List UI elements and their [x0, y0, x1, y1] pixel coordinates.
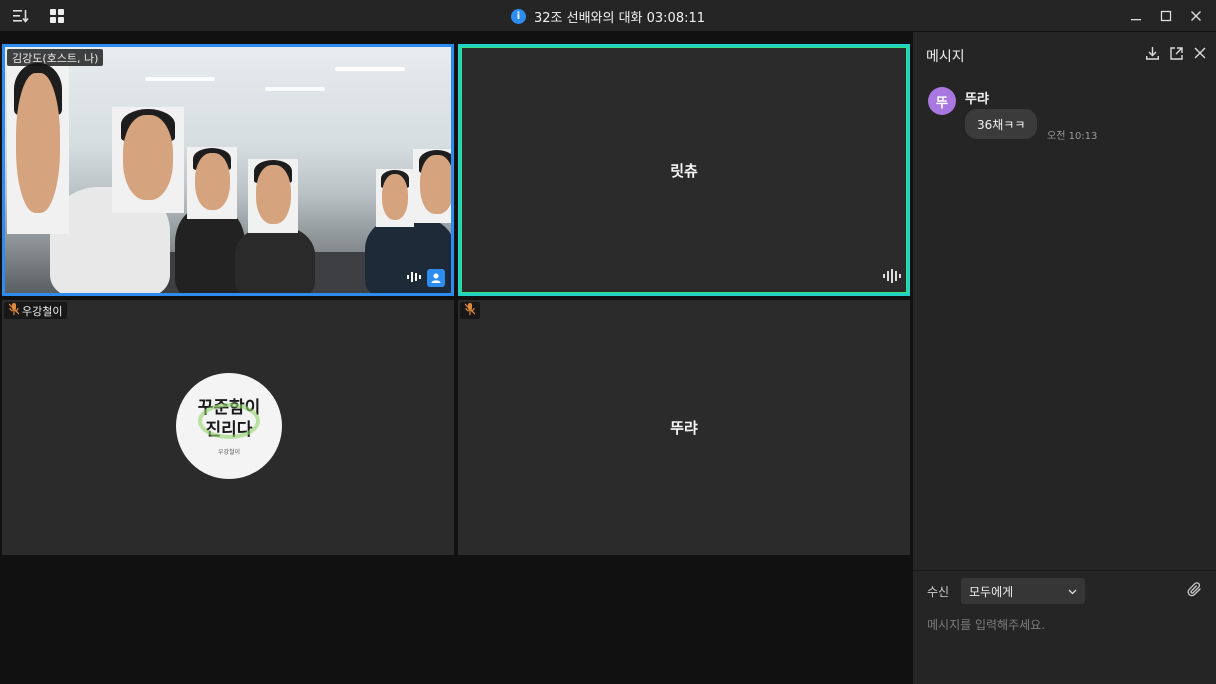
video-tile-host[interactable]: 김강도(호스트, 나): [2, 44, 454, 296]
ceiling-light: [335, 67, 405, 71]
tile-status-icons: [407, 268, 445, 287]
profile-avatar: 꾸준함이 진리다 우강철이: [176, 373, 282, 479]
title-bar-left-tools: [12, 7, 66, 25]
grid-view-icon[interactable]: [48, 7, 66, 25]
face-sticker: [248, 159, 298, 233]
message-time: 오전 10:13: [1047, 131, 1098, 142]
participant-name: 김강도(호스트, 나): [12, 51, 99, 65]
meeting-title: 32조 선배와의 대화 03:08:11: [533, 10, 706, 26]
chevron-down-icon: [1068, 584, 1077, 598]
mic-muted-icon: [8, 303, 20, 318]
camera-video-feed: [5, 47, 451, 293]
participant-label: 우강철이: [4, 302, 68, 319]
title-bar: i 32조 선배와의 대화 03:08:11: [0, 0, 1216, 32]
sender-avatar: 뚜: [928, 87, 956, 115]
meeting-title-area: i 32조 선배와의 대화 03:08:11: [0, 0, 1216, 32]
participant-label: 김강도(호스트, 나): [7, 49, 104, 66]
chat-header-actions: [1145, 46, 1207, 60]
maximize-icon[interactable]: [1156, 6, 1176, 26]
audio-level-icon: [883, 268, 901, 287]
sender-name: 뚜랴: [965, 92, 989, 107]
face-sticker: [376, 169, 414, 227]
ceiling-light: [145, 77, 215, 81]
tile-status-icons: [883, 268, 901, 287]
info-icon[interactable]: i: [510, 8, 526, 24]
close-chat-icon[interactable]: [1193, 46, 1207, 60]
recipient-select[interactable]: 모두에게: [961, 578, 1085, 604]
participant-name: 뚜랴: [670, 419, 698, 437]
face-sticker: [413, 149, 451, 223]
chat-header: 메시지: [913, 32, 1216, 76]
message-input[interactable]: [927, 614, 1203, 636]
popout-icon[interactable]: [1169, 46, 1183, 60]
video-tile-participant[interactable]: 릿츄: [458, 44, 910, 296]
recipient-value: 모두에게: [969, 584, 1014, 599]
close-icon[interactable]: [1186, 6, 1206, 26]
chat-title: 메시지: [926, 49, 965, 65]
recipient-label: 수신: [927, 585, 950, 599]
message-bubble: 36채ㅋㅋ: [965, 109, 1038, 139]
ceiling-light: [265, 87, 325, 91]
user-icon[interactable]: [427, 268, 445, 287]
sort-icon[interactable]: [12, 7, 30, 25]
avatar-caption: 우강철이: [217, 448, 241, 456]
attachment-icon[interactable]: [1186, 581, 1204, 599]
audio-level-icon: [407, 268, 421, 287]
face-sticker: [7, 59, 69, 234]
participant-name: 릿츄: [670, 161, 698, 180]
participant-name: 우강철이: [22, 304, 63, 318]
face-sticker: [187, 147, 237, 219]
window-controls: [1126, 6, 1206, 26]
download-icon[interactable]: [1145, 46, 1159, 60]
video-tile-participant[interactable]: 우강철이 꾸준함이 진리다 우강철이: [2, 300, 454, 555]
chat-divider: [913, 570, 1216, 571]
video-tile-participant[interactable]: 뚜랴: [458, 300, 910, 555]
face-sticker: [112, 107, 184, 213]
person-figure: [235, 227, 315, 293]
avatar-decoration: [198, 403, 260, 439]
chat-panel: 메시지 뚜 뚜랴 36채ㅋㅋ 오전 10:13 수신 모두에게: [912, 32, 1216, 684]
minimize-icon[interactable]: [1126, 6, 1146, 26]
